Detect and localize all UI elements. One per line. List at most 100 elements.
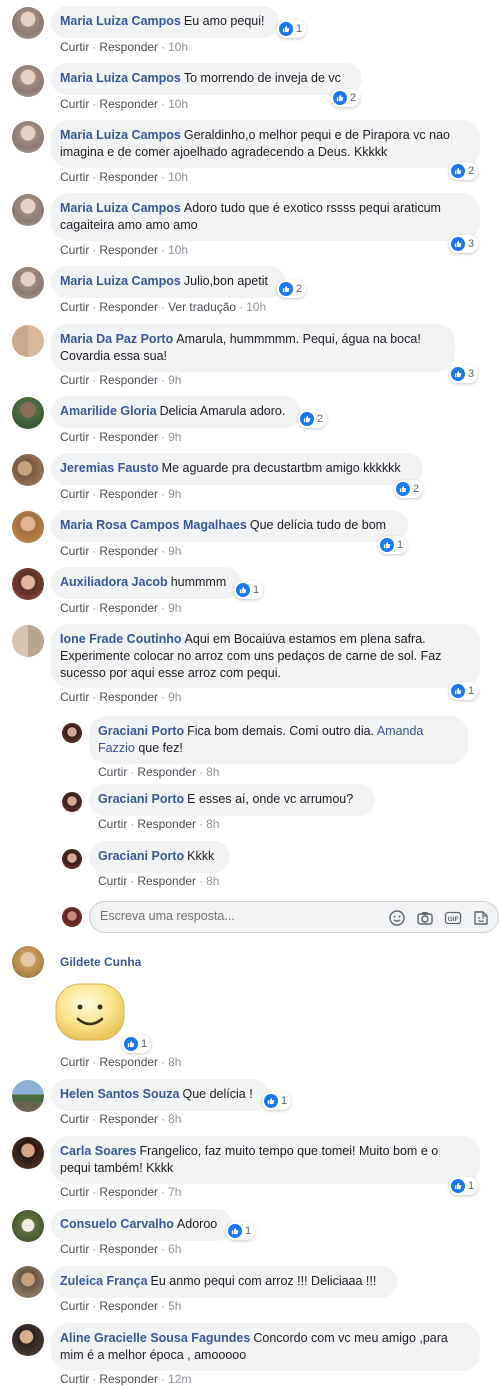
comment-author[interactable]: Zuleica França: [60, 1274, 148, 1288]
timestamp[interactable]: 10h: [168, 97, 188, 111]
timestamp[interactable]: 8h: [206, 817, 219, 831]
like-link[interactable]: Curtir: [98, 817, 127, 831]
timestamp[interactable]: 10h: [246, 300, 266, 314]
like-link[interactable]: Curtir: [60, 1112, 89, 1126]
reply-link[interactable]: Responder: [99, 300, 158, 314]
like-link[interactable]: Curtir: [60, 690, 89, 704]
like-link[interactable]: Curtir: [60, 1299, 89, 1313]
like-link[interactable]: Curtir: [60, 300, 89, 314]
timestamp[interactable]: 7h: [168, 1185, 181, 1199]
timestamp[interactable]: 9h: [168, 430, 181, 444]
reply-link[interactable]: Responder: [99, 1055, 158, 1069]
like-link[interactable]: Curtir: [60, 1055, 89, 1069]
avatar[interactable]: [12, 325, 44, 357]
reply-link[interactable]: Responder: [99, 1299, 158, 1313]
like-link[interactable]: Curtir: [60, 544, 89, 558]
avatar[interactable]: [12, 454, 44, 486]
reaction-count[interactable]: 1: [449, 1177, 479, 1195]
reply-link[interactable]: Responder: [99, 544, 158, 558]
reply-link[interactable]: Responder: [137, 874, 196, 888]
reply-composer[interactable]: GIF: [89, 901, 499, 933]
camera-icon[interactable]: [416, 909, 434, 927]
timestamp[interactable]: 9h: [168, 487, 181, 501]
like-link[interactable]: Curtir: [60, 601, 89, 615]
like-link[interactable]: Curtir: [60, 1185, 89, 1199]
timestamp[interactable]: 8h: [168, 1055, 181, 1069]
timestamp[interactable]: 5h: [168, 1299, 181, 1313]
reaction-count[interactable]: 1: [122, 1035, 152, 1053]
avatar[interactable]: [12, 397, 44, 429]
comment-author[interactable]: Maria Rosa Campos Magalhaes: [60, 518, 247, 532]
mention-link[interactable]: Fazzio: [98, 741, 135, 755]
avatar[interactable]: [12, 511, 44, 543]
timestamp[interactable]: 10h: [168, 243, 188, 257]
comment-author[interactable]: Aline Gracielle Sousa Fagundes: [60, 1331, 250, 1345]
comment-author[interactable]: Ione Frade Coutinho: [60, 632, 182, 646]
reply-author[interactable]: Graciani Porto: [98, 849, 184, 863]
avatar[interactable]: [12, 7, 44, 39]
reaction-count[interactable]: 1: [262, 1092, 292, 1110]
avatar[interactable]: [12, 625, 44, 657]
avatar[interactable]: [12, 946, 44, 978]
reply-link[interactable]: Responder: [99, 1242, 158, 1256]
like-link[interactable]: Curtir: [60, 243, 89, 257]
reply-link[interactable]: Responder: [99, 243, 158, 257]
like-link[interactable]: Curtir: [98, 765, 127, 779]
avatar[interactable]: [12, 1137, 44, 1169]
timestamp[interactable]: 8h: [206, 765, 219, 779]
reaction-count[interactable]: 3: [449, 365, 479, 383]
timestamp[interactable]: 10h: [168, 40, 188, 54]
reply-link[interactable]: Responder: [137, 765, 196, 779]
avatar[interactable]: [62, 723, 82, 743]
reply-link[interactable]: Responder: [99, 1185, 158, 1199]
reaction-count[interactable]: 2: [449, 162, 479, 180]
reaction-count[interactable]: 1: [277, 20, 307, 38]
comment-author[interactable]: Carla Soares: [60, 1144, 136, 1158]
comment-author[interactable]: Maria Luiza Campos: [60, 71, 181, 85]
reply-link[interactable]: Responder: [99, 601, 158, 615]
timestamp[interactable]: 6h: [168, 1242, 181, 1256]
reply-author[interactable]: Graciani Porto: [98, 792, 184, 806]
avatar[interactable]: [12, 1210, 44, 1242]
timestamp[interactable]: 8h: [168, 1112, 181, 1126]
mention-link[interactable]: Amanda: [377, 724, 424, 738]
avatar[interactable]: [12, 121, 44, 153]
avatar[interactable]: [12, 267, 44, 299]
gif-icon[interactable]: GIF: [444, 909, 462, 927]
reply-link[interactable]: Responder: [99, 430, 158, 444]
like-link[interactable]: Curtir: [60, 170, 89, 184]
avatar[interactable]: [12, 65, 44, 97]
comment-author[interactable]: Gildete Cunha: [60, 955, 141, 969]
like-link[interactable]: Curtir: [60, 430, 89, 444]
emoji-icon[interactable]: [388, 909, 406, 927]
reaction-count[interactable]: 3: [449, 235, 479, 253]
reaction-count[interactable]: 2: [394, 480, 424, 498]
sticker-icon[interactable]: [472, 909, 490, 927]
reply-input[interactable]: [100, 909, 380, 923]
like-link[interactable]: Curtir: [60, 1372, 89, 1386]
comment-author[interactable]: Maria Da Paz Porto: [60, 332, 173, 346]
like-link[interactable]: Curtir: [60, 373, 89, 387]
avatar[interactable]: [12, 194, 44, 226]
reply-link[interactable]: Responder: [99, 690, 158, 704]
avatar[interactable]: [12, 1266, 44, 1298]
reply-link[interactable]: Responder: [99, 170, 158, 184]
comment-author[interactable]: Maria Luiza Campos: [60, 128, 181, 142]
reaction-count[interactable]: 2: [298, 410, 328, 428]
comment-author[interactable]: Consuelo Carvalho: [60, 1217, 174, 1231]
timestamp[interactable]: 10h: [168, 170, 188, 184]
comment-author[interactable]: Maria Luiza Campos: [60, 201, 181, 215]
reaction-count[interactable]: 1: [234, 581, 264, 599]
comment-author[interactable]: Maria Luiza Campos: [60, 274, 181, 288]
avatar[interactable]: [12, 1080, 44, 1112]
avatar[interactable]: [62, 792, 82, 812]
reaction-count[interactable]: 1: [226, 1222, 256, 1240]
reply-link[interactable]: Responder: [99, 97, 158, 111]
timestamp[interactable]: 9h: [168, 373, 181, 387]
like-link[interactable]: Curtir: [60, 40, 89, 54]
reaction-count[interactable]: 1: [449, 682, 479, 700]
timestamp[interactable]: 8h: [206, 874, 219, 888]
comment-author[interactable]: Amarilide Gloria: [60, 404, 157, 418]
timestamp[interactable]: 9h: [168, 690, 181, 704]
comment-author[interactable]: Maria Luiza Campos: [60, 14, 181, 28]
